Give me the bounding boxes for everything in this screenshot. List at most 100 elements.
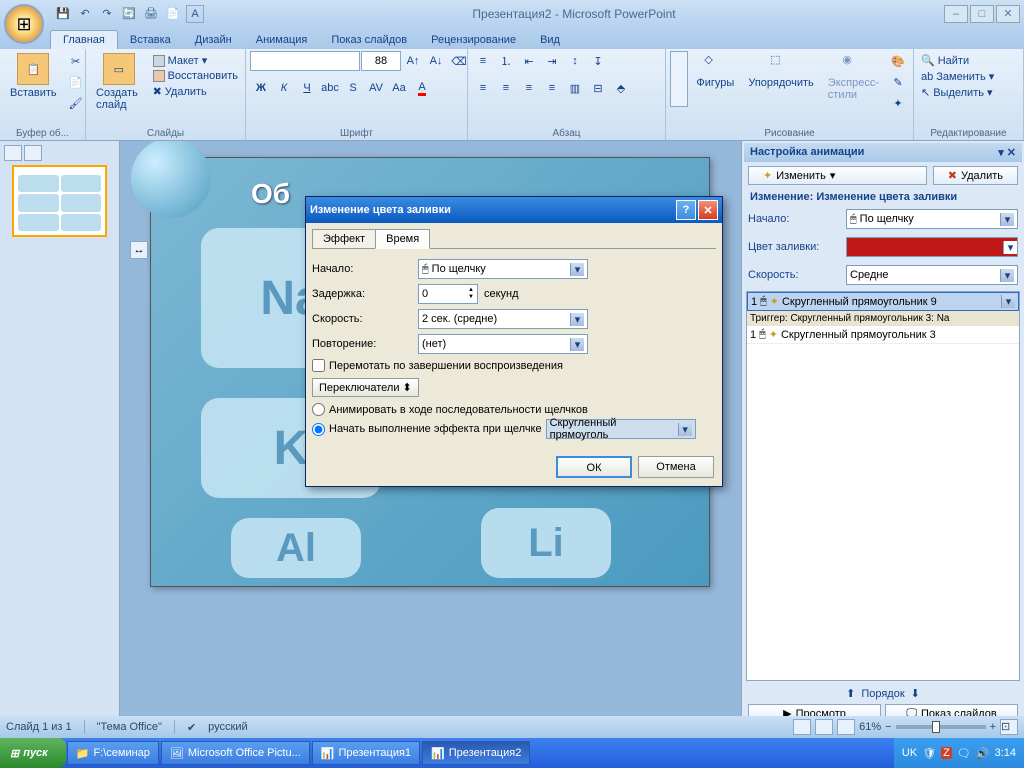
font-family-combo[interactable] bbox=[250, 51, 360, 71]
remove-effect-button[interactable]: ✖Удалить bbox=[933, 166, 1018, 185]
rewind-checkbox[interactable]: Перемотать по завершении воспроизведения bbox=[312, 359, 716, 372]
tab-home[interactable]: Главная bbox=[50, 30, 118, 49]
format-painter-button[interactable]: 🖌 bbox=[65, 93, 87, 113]
animation-list[interactable]: 1 🖱 ✦ Скругленный прямоугольник 9 ▾ Триг… bbox=[746, 291, 1020, 681]
columns-button[interactable]: ▥ bbox=[564, 78, 586, 98]
copy-button[interactable]: 📄 bbox=[65, 72, 87, 92]
font-color-button[interactable]: A bbox=[411, 78, 433, 98]
animation-list-item-2[interactable]: 1 🖱 ✦ Скругленный прямоугольник 3 bbox=[747, 326, 1019, 344]
change-case-button[interactable]: Aa bbox=[388, 78, 410, 98]
placeholder-tag-icon[interactable]: ↔ bbox=[130, 241, 148, 259]
slideshow-view-button[interactable] bbox=[837, 719, 855, 735]
increase-indent-button[interactable]: ⇥ bbox=[541, 51, 563, 71]
dlg-delay-spinner[interactable]: 0▲▼ bbox=[418, 284, 478, 304]
animate-sequence-radio[interactable]: Анимировать в ходе последовательности ще… bbox=[312, 403, 716, 416]
fill-color-select[interactable]: ▾ bbox=[846, 237, 1018, 257]
spell-check-icon[interactable]: ✔ bbox=[187, 721, 196, 734]
taskbar-item-ppt2[interactable]: 📊Презентация2 bbox=[422, 741, 530, 765]
qat-print-icon[interactable]: 🖨 bbox=[142, 5, 160, 23]
dlg-repeat-select[interactable]: (нет)▾ bbox=[418, 334, 588, 354]
volume-icon[interactable]: 🔊 bbox=[976, 747, 990, 760]
change-effect-button[interactable]: ✦Изменить ▾ bbox=[748, 166, 927, 185]
triggers-toggle[interactable]: Переключатели ⬍ bbox=[312, 378, 419, 397]
element-li[interactable]: Li bbox=[481, 508, 611, 578]
cut-button[interactable]: ✂ bbox=[65, 51, 87, 71]
select-button[interactable]: ↖Выделить ▾ bbox=[918, 85, 997, 100]
dialog-close-button[interactable]: ✕ bbox=[698, 200, 718, 220]
char-spacing-button[interactable]: AV bbox=[365, 78, 387, 98]
zoom-in-button[interactable]: + bbox=[990, 721, 996, 733]
zoom-slider[interactable] bbox=[896, 725, 986, 729]
grow-font-button[interactable]: A↑ bbox=[402, 51, 424, 71]
qat-undo-icon[interactable]: ↶ bbox=[76, 5, 94, 23]
timing-tab[interactable]: Время bbox=[375, 229, 430, 249]
clock[interactable]: 3:14 bbox=[995, 747, 1016, 759]
close-button[interactable]: ✕ bbox=[996, 5, 1020, 23]
tray-icon[interactable]: Z bbox=[941, 747, 952, 759]
dialog-titlebar[interactable]: Изменение цвета заливки ? ✕ bbox=[306, 197, 722, 223]
reset-button[interactable]: Восстановить bbox=[150, 69, 241, 83]
outline-tab[interactable] bbox=[24, 145, 42, 161]
italic-button[interactable]: К bbox=[273, 78, 295, 98]
align-right-button[interactable]: ≡ bbox=[518, 78, 540, 98]
tab-insert[interactable]: Вставка bbox=[118, 31, 183, 49]
fit-button[interactable]: ⊡ bbox=[1000, 719, 1018, 735]
line-spacing-button[interactable]: ↕ bbox=[564, 51, 586, 71]
dlg-speed-select[interactable]: 2 сек. (средне)▾ bbox=[418, 309, 588, 329]
trigger-object-select[interactable]: Скругленный прямоуголь▾ bbox=[546, 419, 696, 439]
slides-tab[interactable] bbox=[4, 145, 22, 161]
move-up-button[interactable]: ⬆ bbox=[846, 687, 855, 700]
tab-review[interactable]: Рецензирование bbox=[419, 31, 528, 49]
shapes-gallery[interactable] bbox=[670, 51, 688, 107]
restore-button[interactable]: □ bbox=[970, 5, 994, 23]
font-size-combo[interactable]: 88 bbox=[361, 51, 401, 71]
paste-button[interactable]: 📋 Вставить bbox=[4, 51, 63, 101]
ok-button[interactable]: ОК bbox=[556, 456, 632, 478]
start-on-click-radio[interactable]: Начать выполнение эффекта при щелчке Скр… bbox=[312, 419, 716, 439]
quick-styles-button[interactable]: ◉Экспресс-стили bbox=[822, 51, 885, 103]
justify-button[interactable]: ≡ bbox=[541, 78, 563, 98]
pane-close-icon[interactable]: ✕ bbox=[1007, 147, 1016, 159]
shape-effects-button[interactable]: ✦ bbox=[887, 93, 909, 113]
shape-fill-button[interactable]: 🎨 bbox=[887, 51, 909, 71]
effect-tab[interactable]: Эффект bbox=[312, 229, 376, 249]
taskbar-item-ppt1[interactable]: 📊Презентация1 bbox=[312, 741, 420, 765]
bold-button[interactable]: Ж bbox=[250, 78, 272, 98]
tab-slideshow[interactable]: Показ слайдов bbox=[319, 31, 419, 49]
text-direction-button[interactable]: ↧ bbox=[587, 51, 609, 71]
language-indicator[interactable]: русский bbox=[208, 721, 247, 733]
qat-a-icon[interactable]: A bbox=[186, 5, 204, 23]
strike-button[interactable]: abc bbox=[319, 78, 341, 98]
element-al[interactable]: Al bbox=[231, 518, 361, 578]
tray-icon[interactable]: 🗨 bbox=[957, 747, 971, 760]
qat-repeat-icon[interactable]: 🔄 bbox=[120, 5, 138, 23]
shapes-button[interactable]: ◇Фигуры bbox=[690, 51, 740, 91]
tab-animation[interactable]: Анимация bbox=[244, 31, 320, 49]
align-left-button[interactable]: ≡ bbox=[472, 78, 494, 98]
normal-view-button[interactable] bbox=[793, 719, 811, 735]
sorter-view-button[interactable] bbox=[815, 719, 833, 735]
bullets-button[interactable]: ≡ bbox=[472, 51, 494, 71]
qat-save-icon[interactable]: 💾 bbox=[54, 5, 72, 23]
slide-thumbnail-1[interactable] bbox=[12, 165, 107, 237]
dialog-help-button[interactable]: ? bbox=[676, 200, 696, 220]
layout-button[interactable]: Макет ▾ bbox=[150, 53, 241, 68]
clear-format-button[interactable]: ⌫ bbox=[448, 51, 470, 71]
animation-list-item-1[interactable]: 1 🖱 ✦ Скругленный прямоугольник 9 ▾ bbox=[747, 292, 1019, 311]
shape-outline-button[interactable]: ✎ bbox=[887, 72, 909, 92]
find-button[interactable]: 🔍Найти bbox=[918, 53, 997, 68]
arrange-button[interactable]: ⬚Упорядочить bbox=[742, 51, 819, 91]
start-select[interactable]: 🖱 По щелчку▾ bbox=[846, 209, 1018, 229]
replace-button[interactable]: abЗаменить ▾ bbox=[918, 69, 997, 84]
tab-design[interactable]: Дизайн bbox=[183, 31, 244, 49]
zoom-out-button[interactable]: − bbox=[885, 721, 891, 733]
underline-button[interactable]: Ч bbox=[296, 78, 318, 98]
office-button[interactable]: ⊞ bbox=[4, 4, 44, 44]
tray-icon[interactable]: 🛡 bbox=[922, 747, 936, 760]
shrink-font-button[interactable]: A↓ bbox=[425, 51, 447, 71]
tab-view[interactable]: Вид bbox=[528, 31, 572, 49]
dlg-start-select[interactable]: 🖱 По щелчку▾ bbox=[418, 259, 588, 279]
zoom-level[interactable]: 61% bbox=[859, 721, 881, 733]
shadow-button[interactable]: S bbox=[342, 78, 364, 98]
taskbar-item-folder[interactable]: 📁F:\семинар bbox=[67, 741, 159, 765]
